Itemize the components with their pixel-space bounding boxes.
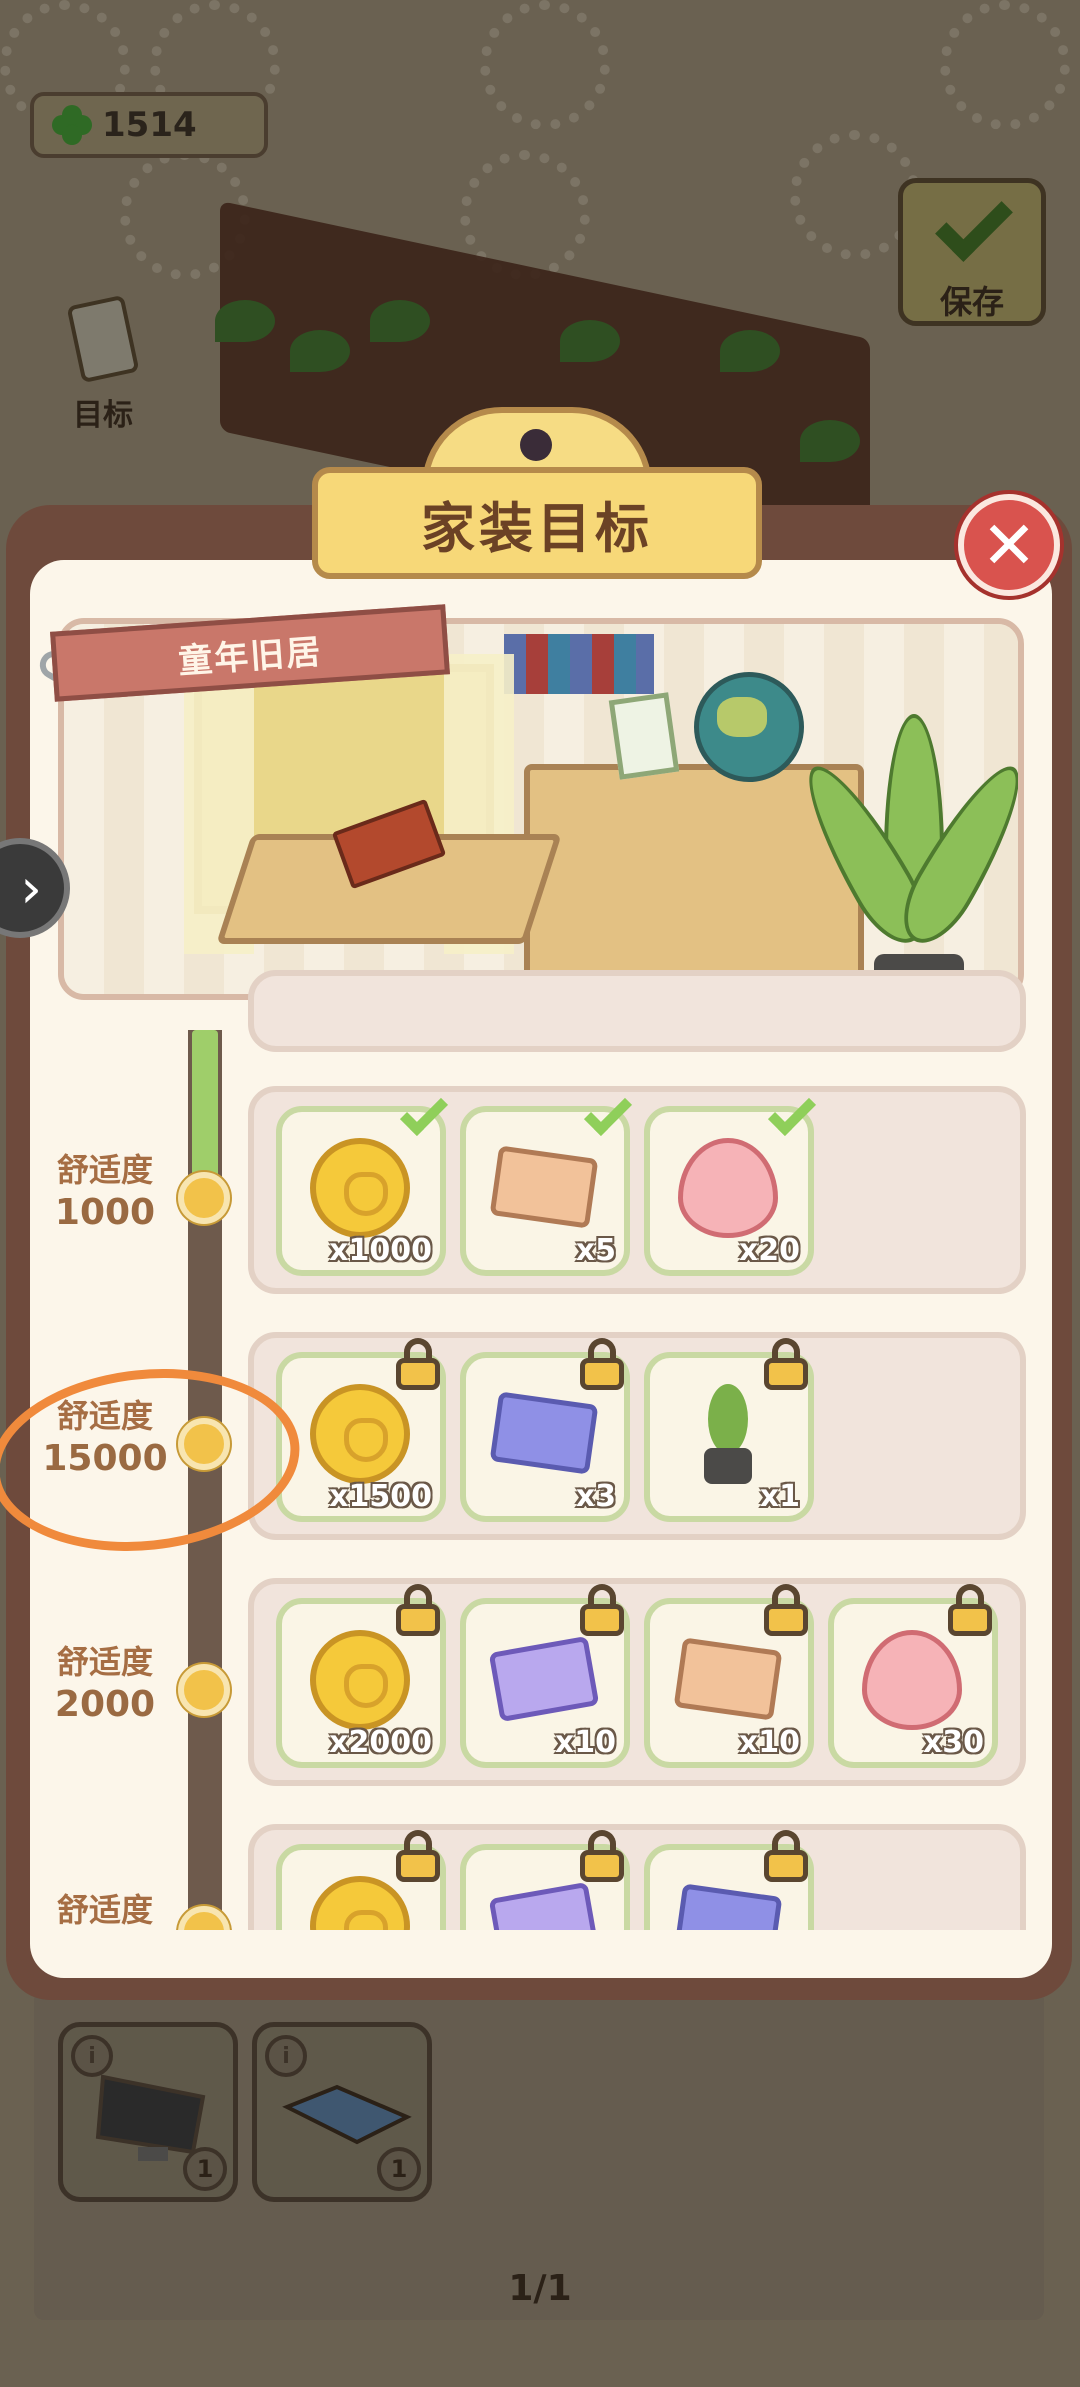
inventory-item-keyboard[interactable]: i 1 (252, 2022, 432, 2202)
reward-row: x1000 x5 x20 (248, 1086, 1026, 1294)
lock-icon (762, 1338, 810, 1390)
decor-swirl (940, 0, 1070, 130)
clover-currency: 1514 (30, 92, 268, 158)
reward-qty: x1500 (329, 1479, 432, 1514)
checkmark-icon (935, 184, 1013, 262)
close-button[interactable]: ✕ (958, 494, 1060, 596)
room-name-ribbon: 童年旧居 (34, 604, 450, 702)
potted-plant-icon (678, 1384, 778, 1484)
goal-label: 目标 (73, 398, 133, 433)
heart-icon (678, 1138, 778, 1238)
tier-label: 舒适度 2000 (20, 1642, 190, 1727)
heart-icon (862, 1630, 962, 1730)
coin-icon (310, 1630, 410, 1730)
ticket-icon (673, 1637, 783, 1721)
reward-qty: x30 (922, 1725, 984, 1760)
room-name: 童年旧居 (177, 631, 324, 682)
blue-ticket-icon (489, 1391, 599, 1475)
vine-leaf (560, 320, 620, 362)
blue-ticket-icon (673, 1883, 783, 1930)
check-icon (399, 1087, 449, 1137)
vine-leaf (215, 300, 275, 342)
comfort-value: 1000 (54, 1192, 156, 1233)
reward-qty: x10 (554, 1725, 616, 1760)
reward-row: x2000 x10 x10 x30 (248, 1578, 1026, 1786)
reward-coin[interactable] (276, 1830, 446, 1930)
ticket-icon (489, 1145, 599, 1229)
save-button[interactable]: 保存 (898, 178, 1046, 326)
reward-qty: x1000 (329, 1233, 432, 1268)
lock-icon (578, 1584, 626, 1636)
item-count: 1 (377, 2147, 421, 2191)
reward-coin[interactable]: x1000 (276, 1087, 449, 1276)
reward-qty: x10 (738, 1725, 800, 1760)
comfort-value: 2000 (54, 1684, 156, 1725)
reward-row (248, 1824, 1026, 1930)
chevron-right-icon: › (20, 856, 42, 920)
plant (788, 714, 1018, 994)
coin-icon (310, 1876, 410, 1930)
reward-blue-ticket[interactable] (644, 1830, 814, 1930)
reward-plant[interactable]: x1 (644, 1338, 814, 1522)
bookshelf-books (504, 634, 654, 694)
lock-icon (394, 1830, 442, 1882)
comfort-label: 舒适度 (56, 1891, 153, 1929)
comfort-label: 舒适度 (56, 1643, 153, 1681)
reward-coral-ticket[interactable] (460, 1830, 630, 1930)
reward-qty: x20 (738, 1233, 800, 1268)
reward-ticket[interactable]: x5 (460, 1087, 633, 1276)
reward-qty: x1 (759, 1479, 800, 1514)
lock-icon (946, 1584, 994, 1636)
coral-ticket-icon (488, 1635, 600, 1723)
modal-title: 家装目标 (421, 496, 653, 560)
item-count: 1 (183, 2147, 227, 2191)
reward-heart[interactable]: x30 (828, 1584, 998, 1768)
lock-icon (762, 1830, 810, 1882)
hanger-hole (520, 429, 552, 461)
vine-leaf (370, 300, 430, 342)
tier-label: 舒适度 (30, 1890, 190, 1930)
save-label: 保存 (939, 283, 1004, 321)
vine-leaf (720, 330, 780, 372)
clover-icon (52, 105, 92, 145)
globe (694, 672, 804, 782)
reward-row-previous (248, 970, 1026, 1052)
vine-leaf (800, 420, 860, 462)
coin-icon (310, 1384, 410, 1484)
comfort-label: 舒适度 (56, 1151, 153, 1189)
check-icon (767, 1087, 817, 1137)
reward-heart[interactable]: x20 (644, 1087, 817, 1276)
lock-icon (578, 1830, 626, 1882)
vine-leaf (290, 330, 350, 372)
lock-icon (762, 1584, 810, 1636)
inventory-item-monitor[interactable]: i 1 (58, 2022, 238, 2202)
check-icon (583, 1087, 633, 1137)
page-indicator: 1/1 (508, 2268, 572, 2309)
currency-value: 1514 (102, 105, 197, 145)
reward-qty: x5 (575, 1233, 616, 1268)
clipboard-icon (66, 294, 140, 384)
goal-button[interactable]: 目标 (48, 294, 158, 433)
tier-node (178, 1172, 230, 1224)
decor-swirl (480, 0, 610, 130)
lock-icon (394, 1338, 442, 1390)
coral-ticket-icon (488, 1881, 600, 1930)
reward-coin[interactable]: x1500 (276, 1338, 446, 1522)
reward-blue-ticket[interactable]: x3 (460, 1338, 630, 1522)
picture-frame (608, 692, 680, 780)
modal-title-plate: 家装目标 (312, 407, 762, 579)
tier-label: 舒适度 1000 (20, 1150, 190, 1235)
reward-ticket[interactable]: x10 (644, 1584, 814, 1768)
reward-row-clip: 舒适度 (30, 1822, 1052, 1930)
reward-qty: x3 (575, 1479, 616, 1514)
close-icon: ✕ (981, 506, 1037, 584)
lock-icon (578, 1338, 626, 1390)
reward-coin[interactable]: x2000 (276, 1584, 446, 1768)
reward-row: x1500 x3 x1 (248, 1332, 1026, 1540)
reward-qty: x2000 (329, 1725, 432, 1760)
tier-node (178, 1664, 230, 1716)
coin-icon (310, 1138, 410, 1238)
lock-icon (394, 1584, 442, 1636)
reward-coral-ticket[interactable]: x10 (460, 1584, 630, 1768)
